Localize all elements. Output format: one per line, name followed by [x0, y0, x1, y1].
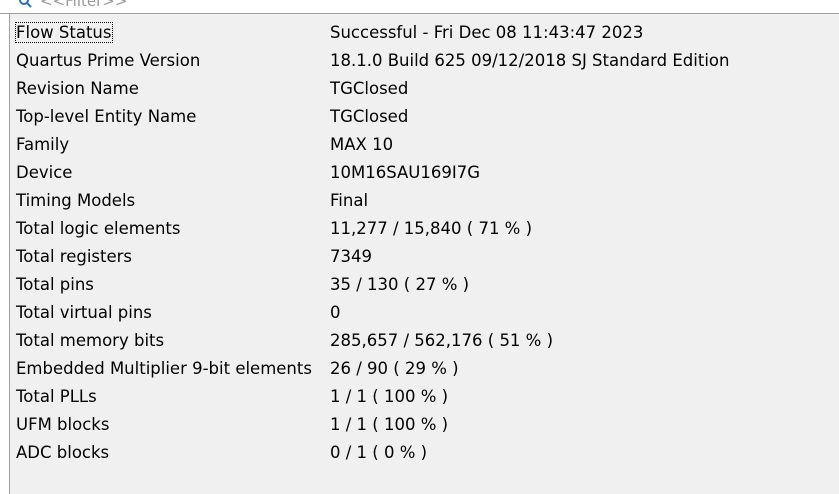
table-row[interactable]: ADC blocks 0 / 1 ( 0 % ) [14, 438, 729, 466]
filter-input[interactable] [40, 0, 820, 11]
table-row[interactable]: UFM blocks 1 / 1 ( 100 % ) [14, 410, 729, 438]
table-row[interactable]: Timing Models Final [14, 186, 729, 214]
table-row[interactable]: Total virtual pins 0 [14, 298, 729, 326]
row-key: Total pins [16, 274, 94, 294]
row-value: 11,277 / 15,840 ( 71 % ) [330, 218, 533, 238]
table-row[interactable]: Embedded Multiplier 9-bit elements 26 / … [14, 354, 729, 382]
row-value: 35 / 130 ( 27 % ) [330, 274, 470, 294]
row-key: Total memory bits [16, 330, 165, 350]
row-value: 1 / 1 ( 100 % ) [330, 414, 449, 434]
row-value: Successful - Fri Dec 08 11:43:47 2023 [330, 22, 644, 42]
flow-summary-panel: Flow Status Successful - Fri Dec 08 11:4… [9, 14, 839, 494]
row-key: Embedded Multiplier 9-bit elements [16, 358, 312, 378]
row-key: Top-level Entity Name [16, 106, 197, 126]
row-value: 0 / 1 ( 0 % ) [330, 442, 428, 462]
row-key: Total PLLs [16, 386, 97, 406]
row-value: 7349 [330, 246, 372, 266]
row-value: MAX 10 [330, 134, 394, 154]
table-row[interactable]: Total pins 35 / 130 ( 27 % ) [14, 270, 729, 298]
row-value: 285,657 / 562,176 ( 51 % ) [330, 330, 554, 350]
row-key: Quartus Prime Version [16, 50, 201, 70]
table-row[interactable]: Family MAX 10 [14, 130, 729, 158]
table-row[interactable]: Total logic elements 11,277 / 15,840 ( 7… [14, 214, 729, 242]
row-value: Final [330, 190, 369, 210]
table-row[interactable]: Revision Name TGClosed [14, 74, 729, 102]
table-row[interactable]: Quartus Prime Version 18.1.0 Build 625 0… [14, 46, 729, 74]
table-row[interactable]: Total PLLs 1 / 1 ( 100 % ) [14, 382, 729, 410]
table-row[interactable]: Top-level Entity Name TGClosed [14, 102, 729, 130]
table-row[interactable]: Total registers 7349 [14, 242, 729, 270]
row-key: UFM blocks [16, 414, 110, 434]
filter-bar [0, 0, 839, 14]
row-value: 10M16SAU169I7G [330, 162, 481, 182]
table-row[interactable]: Total memory bits 285,657 / 562,176 ( 51… [14, 326, 729, 354]
row-key: Flow Status [15, 21, 113, 43]
row-value: 26 / 90 ( 29 % ) [330, 358, 459, 378]
row-key: ADC blocks [16, 442, 110, 462]
row-key: Total logic elements [16, 218, 181, 238]
row-key: Total virtual pins [16, 302, 152, 322]
row-value: 0 [330, 302, 341, 322]
row-key: Timing Models [16, 190, 136, 210]
table-row[interactable]: Flow Status Successful - Fri Dec 08 11:4… [14, 18, 729, 46]
row-key: Revision Name [16, 78, 139, 98]
row-value: TGClosed [330, 106, 409, 126]
search-icon[interactable] [18, 0, 32, 8]
flow-summary-table: Flow Status Successful - Fri Dec 08 11:4… [14, 18, 729, 466]
row-key: Device [16, 162, 73, 182]
row-value: TGClosed [330, 78, 409, 98]
row-key: Total registers [16, 246, 133, 266]
table-row[interactable]: Device 10M16SAU169I7G [14, 158, 729, 186]
row-key: Family [16, 134, 70, 154]
row-value: 1 / 1 ( 100 % ) [330, 386, 449, 406]
row-value: 18.1.0 Build 625 09/12/2018 SJ Standard … [330, 50, 730, 70]
